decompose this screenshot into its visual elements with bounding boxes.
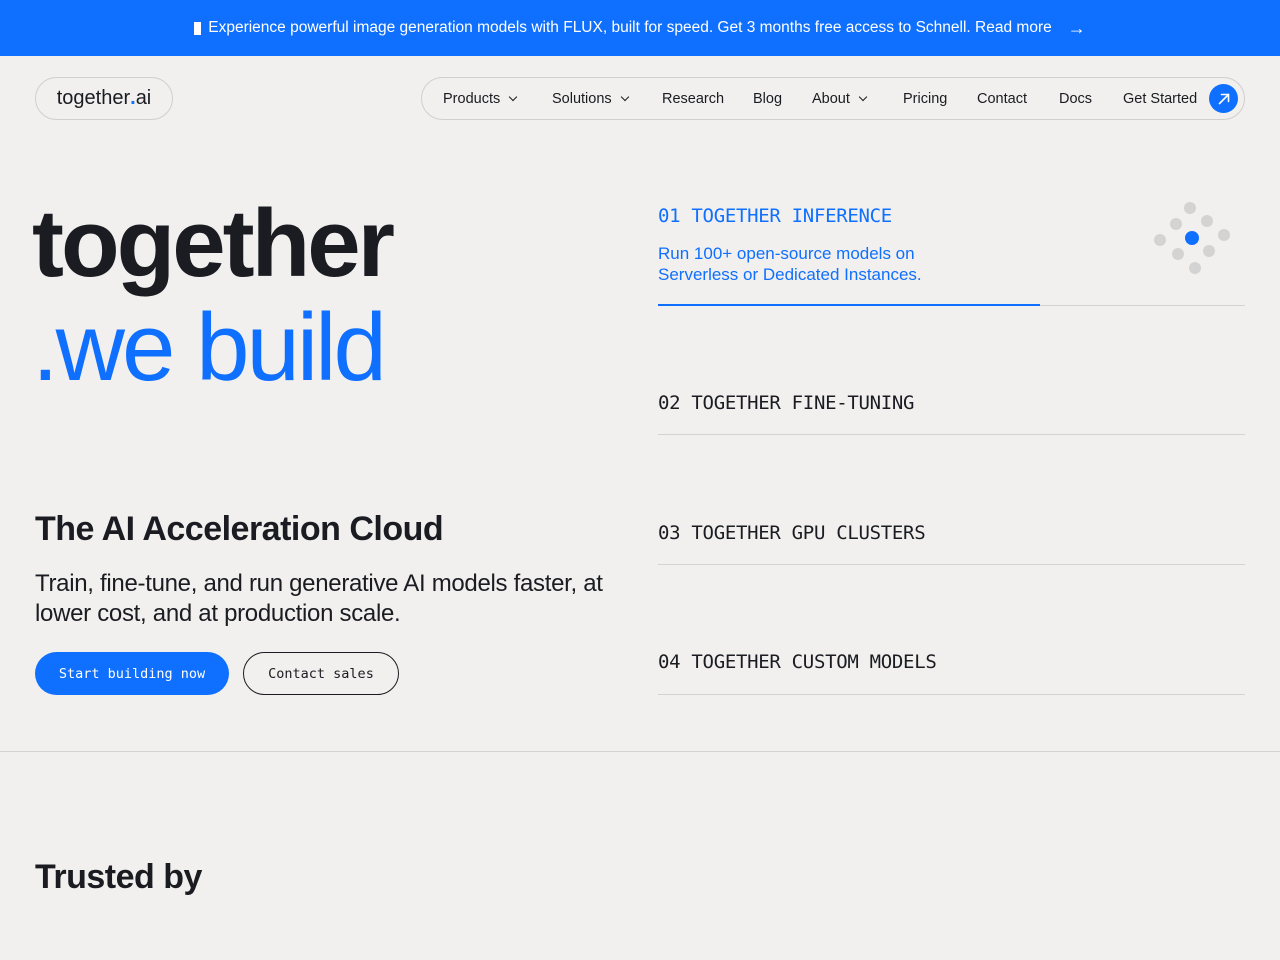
product-progress-bar: [658, 304, 1245, 306]
banner-read-more-link[interactable]: Read more: [975, 19, 1052, 37]
nav-label: Pricing: [903, 90, 948, 107]
nav-item-contact[interactable]: Contact: [977, 78, 1027, 119]
product-divider: [658, 564, 1245, 565]
logo-suffix: ai: [135, 87, 152, 109]
banner-text: Experience powerful image generation mod…: [208, 19, 971, 36]
nav-label: Products: [443, 90, 501, 107]
product-divider: [658, 434, 1245, 435]
product-title: 03 TOGETHER GPU CLUSTERS: [658, 522, 926, 544]
product-tab-gpu-clusters[interactable]: 03 TOGETHER GPU CLUSTERS: [658, 522, 1245, 544]
nav-item-about[interactable]: About: [812, 78, 868, 119]
hero-description: Train, fine-tune, and run generative AI …: [35, 570, 603, 627]
chevron-down-icon: [858, 92, 868, 101]
logo[interactable]: together. ai: [35, 77, 173, 120]
nav-label: Blog: [753, 90, 783, 107]
nav-item-research[interactable]: Research: [662, 78, 724, 119]
product-tab-fine-tuning[interactable]: 02 TOGETHER FINE-TUNING: [658, 392, 1245, 414]
nav-label: Solutions: [552, 90, 612, 107]
arrow-right-icon[interactable]: →: [1068, 18, 1086, 39]
start-building-button[interactable]: Start building now: [35, 652, 229, 695]
get-started-link[interactable]: Get Started: [1123, 78, 1197, 119]
product-divider: [658, 694, 1245, 695]
section-divider: [0, 751, 1280, 752]
hero-subheading: The AI Acceleration Cloud: [35, 510, 444, 548]
loading-dots-icon: [1154, 202, 1230, 274]
trusted-by-heading: Trusted by: [35, 858, 202, 896]
chevron-down-icon: [508, 92, 518, 101]
logo-prefix: together: [56, 87, 131, 109]
contact-sales-button[interactable]: Contact sales: [243, 652, 399, 695]
hero-heading-line2: .we build: [32, 294, 387, 401]
product-description: Run 100+ open-source models on Serverles…: [658, 244, 922, 284]
announcement-banner[interactable]: Experience powerful image generation mod…: [0, 0, 1280, 56]
nav-label: Docs: [1059, 90, 1093, 107]
hero-heading-line1: together: [32, 190, 395, 297]
nav-item-solutions[interactable]: Solutions: [552, 78, 629, 119]
nav-item-docs[interactable]: Docs: [1059, 78, 1092, 119]
banner-marker-icon: [194, 21, 202, 35]
product-tab-custom-models[interactable]: 04 TOGETHER CUSTOM MODELS: [658, 651, 1245, 673]
nav-item-products[interactable]: Products: [443, 78, 518, 119]
get-started-button[interactable]: [1209, 84, 1238, 113]
get-started-label: Get Started: [1123, 90, 1198, 107]
product-title: 01 TOGETHER INFERENCE: [658, 205, 892, 227]
main-nav: Products Solutions Research Blog About P…: [421, 77, 1245, 120]
product-progress-fill: [658, 304, 1040, 306]
nav-label: Research: [662, 90, 725, 107]
nav-item-blog[interactable]: Blog: [753, 78, 782, 119]
chevron-down-icon: [620, 92, 629, 101]
product-title: 02 TOGETHER FINE-TUNING: [658, 392, 915, 414]
nav-label: Contact: [977, 90, 1027, 107]
nav-item-pricing[interactable]: Pricing: [903, 78, 947, 119]
arrow-up-right-icon: [1218, 93, 1229, 104]
nav-label: About: [812, 90, 850, 107]
product-title: 04 TOGETHER CUSTOM MODELS: [658, 651, 937, 673]
